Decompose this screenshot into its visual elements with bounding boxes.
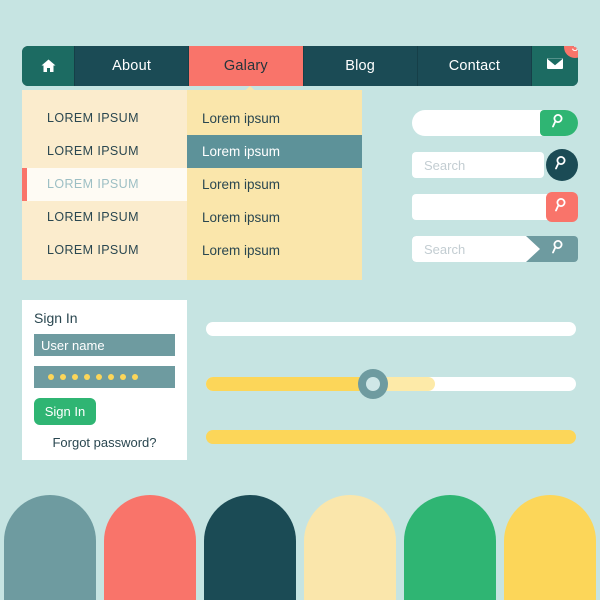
list-item-label: Lorem ipsum <box>202 210 281 225</box>
list-item[interactable]: Lorem ipsum <box>187 234 362 267</box>
nav-tab-label: About <box>112 58 152 74</box>
list-item-label: Lorem ipsum <box>202 111 281 126</box>
username-field[interactable]: User name <box>34 334 175 356</box>
list-item[interactable]: Lorem ipsum <box>187 102 362 135</box>
signin-button[interactable]: Sign In <box>34 398 96 425</box>
badge-count: 3 <box>571 46 578 54</box>
dropdown-right-column: Lorem ipsum Lorem ipsum Lorem ipsum Lore… <box>187 90 362 280</box>
list-item-label: Lorem ipsum <box>202 144 281 159</box>
swatch-salmon <box>104 495 196 600</box>
nav-tab-about[interactable]: About <box>74 46 188 86</box>
nav-tab-label: Contact <box>448 58 501 74</box>
home-icon <box>40 58 57 74</box>
search-icon <box>554 155 570 175</box>
password-dot <box>72 374 78 380</box>
signin-card: Sign In User name Sign In Forgot passwor… <box>22 300 187 460</box>
search-bar-group: Search Search <box>412 110 578 278</box>
search-button[interactable] <box>546 149 578 181</box>
list-item[interactable]: LOREM IPSUM <box>22 201 187 234</box>
search-bar-green <box>412 110 578 136</box>
list-item-label: Lorem ipsum <box>202 177 281 192</box>
slider-handle[interactable] <box>357 369 388 399</box>
list-item-active[interactable]: LOREM IPSUM <box>22 168 187 201</box>
forgot-password-label: Forgot password? <box>52 435 157 450</box>
dropdown-left-column: LOREM IPSUM LOREM IPSUM LOREM IPSUM LORE… <box>22 90 187 280</box>
list-item-label: LOREM IPSUM <box>47 111 139 125</box>
search-placeholder: Search <box>424 241 466 257</box>
list-item[interactable]: Lorem ipsum <box>187 168 362 201</box>
dropdown-menu: LOREM IPSUM LOREM IPSUM LOREM IPSUM LORE… <box>22 90 362 280</box>
password-dot <box>108 374 114 380</box>
password-dot <box>132 374 138 380</box>
list-item[interactable]: LOREM IPSUM <box>22 135 187 168</box>
password-dot <box>84 374 90 380</box>
color-swatch-row <box>0 495 600 600</box>
forgot-password-link[interactable]: Forgot password? <box>34 435 175 450</box>
list-item-label: LOREM IPSUM <box>47 210 139 224</box>
list-item-label: Lorem ipsum <box>202 243 281 258</box>
username-value: User name <box>41 337 105 353</box>
search-bar-dark: Search <box>412 149 578 181</box>
password-dot <box>96 374 102 380</box>
swatch-yellow <box>504 495 596 600</box>
list-item-label: LOREM IPSUM <box>47 243 139 257</box>
notification-badge: 3 <box>564 46 578 58</box>
password-dot <box>120 374 126 380</box>
slider-fill <box>206 377 373 391</box>
nav-tab-blog[interactable]: Blog <box>302 46 417 86</box>
swatch-gray-teal <box>4 495 96 600</box>
nav-tab-galary[interactable]: Galary <box>188 46 303 86</box>
swatch-cream <box>304 495 396 600</box>
signin-title: Sign In <box>34 310 78 326</box>
password-dot <box>48 374 54 380</box>
nav-tab-contact[interactable]: Contact <box>416 46 531 86</box>
nav-tab-label: Blog <box>345 58 376 74</box>
list-item[interactable]: LOREM IPSUM <box>22 234 187 267</box>
main-navbar: About Galary Blog Contact 3 <box>22 46 578 86</box>
progress-bar-empty[interactable] <box>206 322 576 336</box>
nav-tab-label: Galary <box>223 58 268 74</box>
search-bar-arrow: Search <box>412 236 578 262</box>
ui-kit-canvas: About Galary Blog Contact 3 LOREM IPSUM … <box>0 0 600 600</box>
progress-bar-full[interactable] <box>206 430 576 444</box>
list-item-label: LOREM IPSUM <box>47 177 139 191</box>
search-icon <box>551 113 567 133</box>
search-placeholder: Search <box>424 157 466 173</box>
list-item-label: LOREM IPSUM <box>47 144 139 158</box>
nav-mail-button[interactable]: 3 <box>531 46 578 86</box>
range-slider[interactable] <box>206 369 576 399</box>
list-item[interactable]: Lorem ipsum <box>187 201 362 234</box>
password-mask <box>41 374 138 380</box>
search-bar-salmon <box>412 192 578 222</box>
search-button[interactable] <box>546 236 572 262</box>
search-icon <box>551 239 567 259</box>
nav-home-button[interactable] <box>22 46 74 86</box>
signin-button-label: Sign In <box>44 404 86 419</box>
search-input[interactable]: Search <box>412 236 540 262</box>
password-dot <box>60 374 66 380</box>
search-icon <box>554 197 570 217</box>
swatch-green <box>404 495 496 600</box>
list-item[interactable]: LOREM IPSUM <box>22 102 187 135</box>
list-item-active[interactable]: Lorem ipsum <box>187 135 362 168</box>
search-button[interactable] <box>546 192 578 222</box>
swatch-navy <box>204 495 296 600</box>
envelope-icon <box>546 57 564 75</box>
search-bar-wrapper: Search <box>412 236 578 262</box>
password-field[interactable] <box>34 366 175 388</box>
search-input[interactable]: Search <box>412 152 544 178</box>
search-button[interactable] <box>540 110 578 136</box>
